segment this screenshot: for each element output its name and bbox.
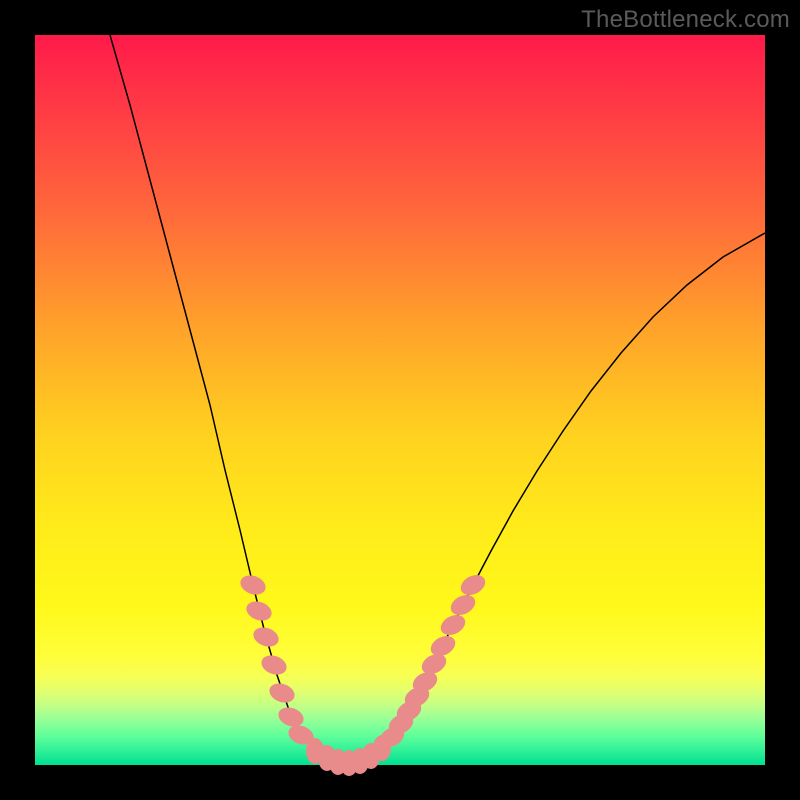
bead-marker bbox=[244, 598, 275, 624]
bead-marker bbox=[447, 591, 478, 619]
watermark-text: TheBottleneck.com bbox=[581, 6, 790, 34]
bead-marker bbox=[267, 680, 298, 706]
bead-marker bbox=[251, 624, 282, 650]
bead-marker bbox=[437, 611, 468, 639]
chart-svg bbox=[35, 35, 765, 765]
bead-markers bbox=[238, 571, 489, 776]
bead-marker bbox=[238, 572, 269, 598]
plot-area bbox=[35, 35, 765, 765]
bead-marker bbox=[259, 652, 290, 678]
bead-marker bbox=[457, 571, 488, 599]
chart-frame: TheBottleneck.com bbox=[0, 0, 800, 800]
